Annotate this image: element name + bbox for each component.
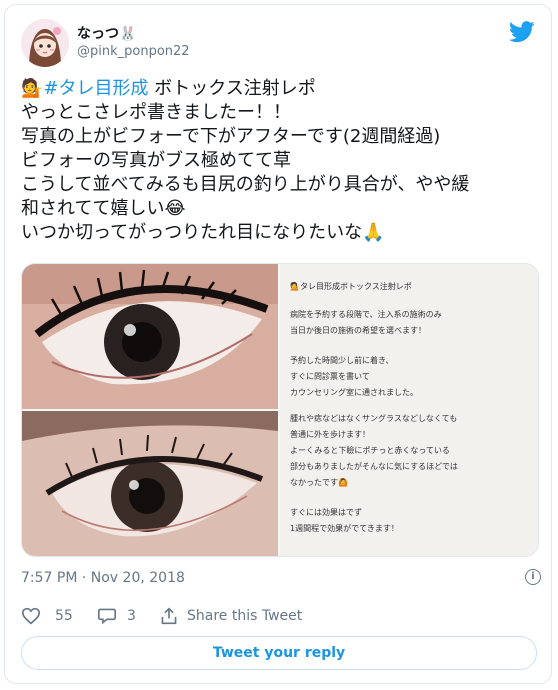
share-icon: [161, 607, 177, 625]
tweet-text: 💁#タレ目形成 ボトックス注射レポ やっとこさレポ書きましたー！！ 写真の上がビ…: [21, 77, 541, 245]
share-button[interactable]: Share this Tweet: [159, 607, 302, 625]
note-line: 💁タレ目形成ボトックス注射レポ: [290, 282, 412, 291]
tweet-line-7: いつか切ってがっつりたれ目になりたいな🙏: [21, 222, 385, 243]
before-photo[interactable]: [22, 264, 278, 409]
reply-icon: [98, 608, 116, 625]
share-label: Share this Tweet: [187, 608, 303, 624]
avatar[interactable]: [21, 19, 69, 67]
tweet-actions: 55 3 Share this Tweet: [21, 607, 541, 627]
tweet-media[interactable]: 💁タレ目形成ボトックス注射レポ 病院を予約する段階で、注入系の施術のみ 当日か後…: [21, 263, 539, 557]
note-line: 部分もありましたがそんなに気にするほどでは: [290, 462, 458, 471]
user-handle[interactable]: @pink_ponpon22: [77, 43, 190, 61]
note-line: 病院を予約する段階で、注入系の施術のみ: [290, 310, 442, 319]
tweet-line-3: 写真の上がビフォーで下がアフターです(2週間経過): [21, 126, 441, 147]
tweet-meta: 7:57 PM · Nov 20, 2018 i: [21, 569, 541, 587]
note-line: すぐに問診票を書いて: [290, 372, 370, 381]
note-line: 腫れや痣などはなくサングラスなどしなくても: [290, 414, 458, 423]
tweet-line-5: こうして並べてみるも目尻の釣り上がり具合が、やや緩: [21, 174, 470, 195]
tweet-line-1-text: ボトックス注射レポ: [148, 78, 316, 99]
note-line: よーくみると下瞼にポチっと赤くなっている: [290, 446, 450, 455]
screenshot-note[interactable]: 💁タレ目形成ボトックス注射レポ 病院を予約する段階で、注入系の施術のみ 当日か後…: [280, 264, 538, 556]
note-line: 当日か後日の施術の希望を選べます！: [290, 326, 426, 335]
tweet-line-6: 和されてて嬉しい😂: [21, 198, 186, 219]
note-line: 普通に外を歩けます！: [290, 430, 370, 439]
note-line: 予約した時間少し前に着き、: [290, 356, 394, 365]
display-name[interactable]: なっつ🐰: [77, 25, 190, 43]
reply-count: 3: [127, 608, 136, 624]
like-count: 55: [55, 608, 73, 624]
reply-action-button[interactable]: 3: [97, 607, 136, 625]
twitter-bird-icon[interactable]: [509, 21, 535, 43]
tweet-line-2: やっとこさレポ書きましたー！！: [21, 102, 291, 123]
avatar-illustration-icon: [21, 19, 69, 67]
heart-icon: [21, 607, 41, 625]
timestamp-link[interactable]: 7:57 PM · Nov 20, 2018: [21, 570, 185, 586]
author-names: なっつ🐰 @pink_ponpon22: [77, 25, 190, 61]
note-line: すぐには効果はでず: [290, 508, 362, 517]
like-button[interactable]: 55: [21, 607, 73, 625]
tweet-line-4: ビフォーの写真がブス極めてて草: [21, 150, 291, 171]
tweet-emoji: 💁: [21, 78, 44, 99]
after-photo[interactable]: [22, 411, 278, 556]
tweet-your-reply-button[interactable]: Tweet your reply: [21, 636, 537, 670]
note-line: なかったです🙆: [290, 478, 348, 487]
note-line: カウンセリング室に通されました。: [290, 388, 418, 397]
tweet-card: なっつ🐰 @pink_ponpon22 💁#タレ目形成 ボトックス注射レポ やっ…: [4, 4, 552, 684]
note-line: 1週間程で効果がでてきます！: [290, 524, 399, 533]
info-icon[interactable]: i: [525, 569, 541, 585]
hashtag-link[interactable]: #タレ目形成: [43, 78, 148, 99]
tweet-line-1: 💁#タレ目形成 ボトックス注射レポ: [21, 77, 541, 101]
